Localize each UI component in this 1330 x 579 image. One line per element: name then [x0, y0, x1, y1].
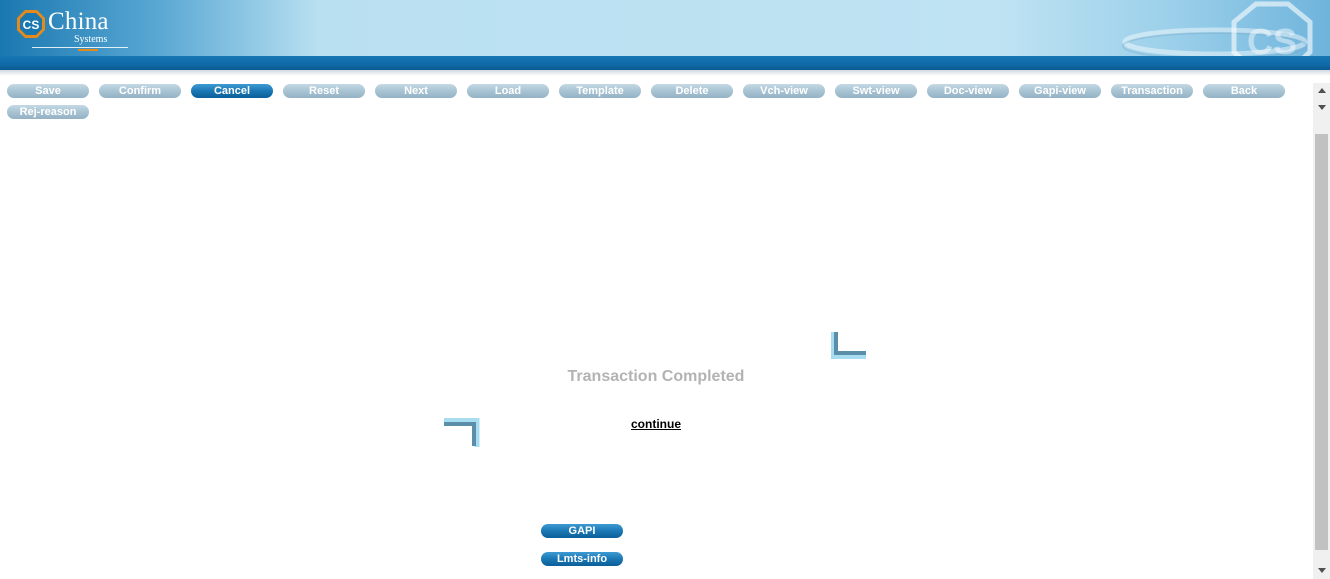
rej-reason-button[interactable]: Rej-reason — [7, 105, 89, 119]
template-button[interactable]: Template — [559, 84, 641, 98]
corner-bracket-icon — [831, 332, 866, 359]
save-button[interactable]: Save — [7, 84, 89, 98]
header-stripe — [0, 56, 1330, 70]
transaction-button[interactable]: Transaction — [1111, 84, 1193, 98]
action-toolbar: Save Confirm Cancel Reset Next Load Template De… — [7, 84, 1297, 119]
watermark-text: CS — [1247, 21, 1297, 58]
swt-view-button[interactable]: Swt-view — [835, 84, 917, 98]
delete-button[interactable]: Delete — [651, 84, 733, 98]
lmts-info-button[interactable]: Lmts-info — [541, 552, 623, 566]
corner-bracket-icon — [444, 418, 480, 447]
page: CS China Systems CS Save Confirm Cancel Res… — [0, 0, 1330, 579]
load-button[interactable]: Load — [467, 84, 549, 98]
header-banner: CS China Systems CS — [0, 0, 1330, 58]
china-systems-logo: CS China Systems — [16, 8, 128, 52]
gapi-view-button[interactable]: Gapi-view — [1019, 84, 1101, 98]
cancel-button[interactable]: Cancel — [191, 84, 273, 98]
cs-watermark-icon: CS — [1122, 1, 1313, 58]
scroll-up-arrow-icon[interactable] — [1313, 83, 1330, 97]
gapi-button[interactable]: GAPI — [541, 524, 623, 538]
confirm-button[interactable]: Confirm — [99, 84, 181, 98]
scroll-down-arrow-icon[interactable] — [1313, 100, 1330, 114]
reset-button[interactable]: Reset — [283, 84, 365, 98]
vertical-scrollbar[interactable] — [1313, 83, 1330, 579]
scroll-down-arrow-icon[interactable] — [1313, 562, 1330, 579]
header-shadow — [0, 70, 1330, 76]
doc-view-button[interactable]: Doc-view — [927, 84, 1009, 98]
transaction-status-message: Transaction Completed — [567, 368, 745, 385]
logo-subtitle: Systems — [74, 34, 108, 45]
next-button[interactable]: Next — [375, 84, 457, 98]
cs-logo-icon: CS — [17, 10, 45, 38]
logo-divider — [32, 47, 128, 48]
vch-view-button[interactable]: Vch-view — [743, 84, 825, 98]
back-button[interactable]: Back — [1203, 84, 1285, 98]
continue-link[interactable]: continue — [600, 417, 712, 431]
logo-mark-text: CS — [23, 18, 40, 32]
scrollbar-thumb[interactable] — [1315, 134, 1328, 550]
logo-accent-dash — [78, 49, 98, 51]
logo-name: China — [48, 8, 109, 35]
